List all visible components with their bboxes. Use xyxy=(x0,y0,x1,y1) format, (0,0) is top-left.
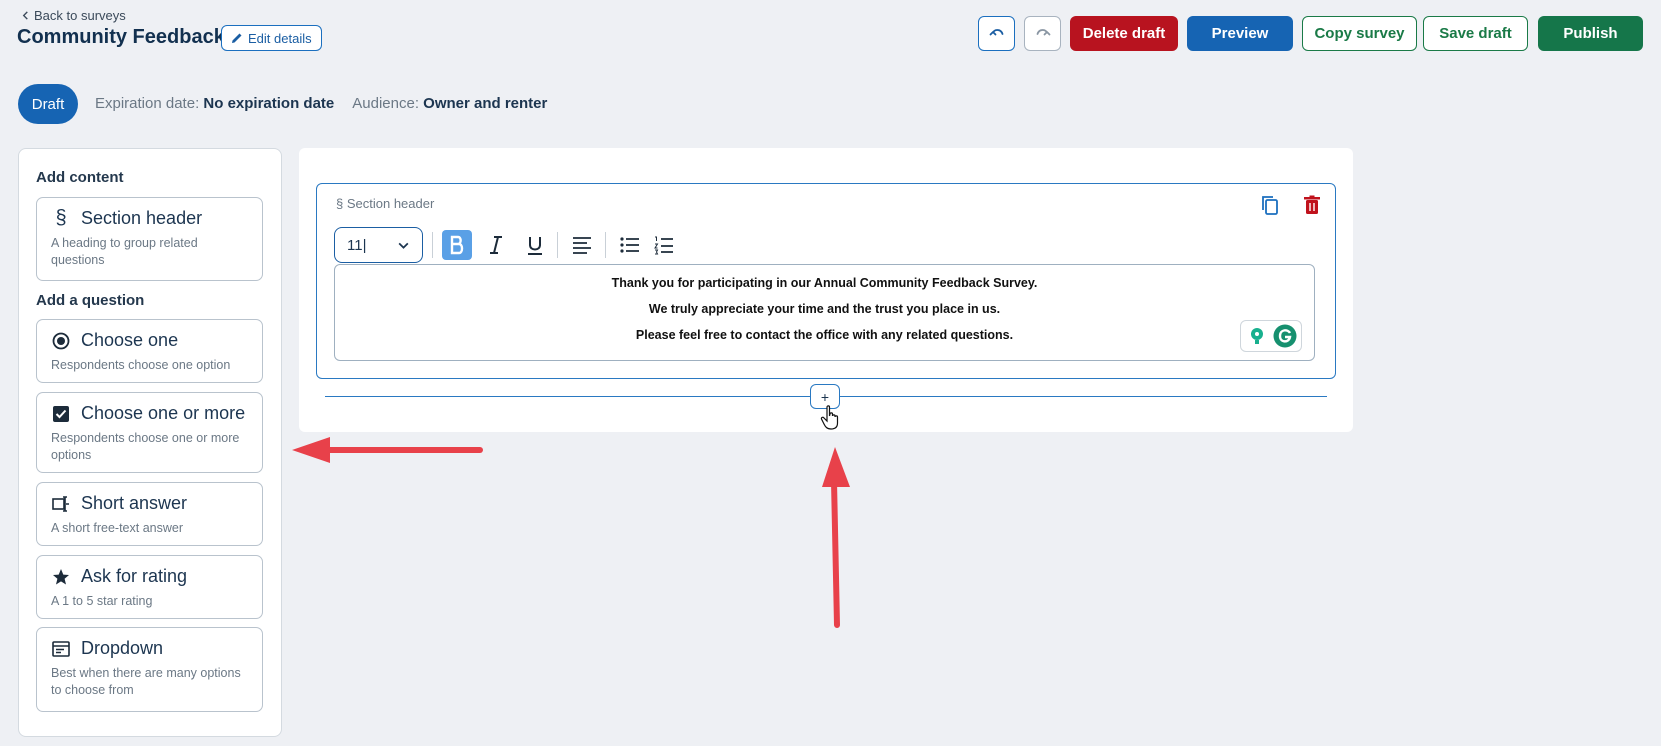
arrow-up-annotation xyxy=(822,447,850,628)
add-question-heading: Add a question xyxy=(36,292,145,309)
toolbar-divider xyxy=(605,232,606,258)
editor-line: Thank you for participating in our Annua… xyxy=(611,276,1038,290)
edit-details-button[interactable]: Edit details xyxy=(221,25,322,51)
card-desc: A short free-text answer xyxy=(51,521,184,535)
choose-one-or-more-card[interactable]: Choose one or more Respondents choose on… xyxy=(36,392,263,473)
bulleted-list-button[interactable] xyxy=(615,230,645,260)
card-desc: Best when there are many options to choo… xyxy=(51,666,241,697)
bold-icon xyxy=(450,235,464,255)
redo-icon xyxy=(1036,28,1050,35)
align-left-icon xyxy=(573,237,591,254)
font-size-select[interactable]: 11| xyxy=(334,227,423,263)
numbered-list-icon xyxy=(654,236,673,255)
section-header-label: § Section header xyxy=(336,196,435,211)
add-content-heading: Add content xyxy=(36,169,124,186)
card-title: Section header xyxy=(81,208,203,228)
card-title: Ask for rating xyxy=(81,566,188,586)
rich-text-editor[interactable]: Thank you for participating in our Annua… xyxy=(334,264,1315,361)
card-title: Choose one xyxy=(81,330,179,350)
section-header-card[interactable]: § Section header A heading to group relat… xyxy=(36,197,263,281)
underline-icon xyxy=(528,237,542,255)
status-badge: Draft xyxy=(18,84,78,124)
card-desc: A heading to group related questions xyxy=(51,236,198,267)
expiration-key: Expiration date: xyxy=(95,95,200,112)
lightbulb-icon xyxy=(1246,325,1268,347)
copy-icon xyxy=(1262,196,1278,215)
redo-button[interactable] xyxy=(1024,16,1061,51)
preview-button[interactable]: Preview xyxy=(1187,16,1293,51)
card-desc: Respondents choose one or more options xyxy=(51,431,240,462)
audience-info: Audience: Owner and renter xyxy=(352,95,547,112)
audience-value: Owner and renter xyxy=(423,95,548,112)
edit-details-label: Edit details xyxy=(248,30,312,46)
numbered-list-button[interactable] xyxy=(649,230,679,260)
page-title: Community Feedback xyxy=(17,26,225,48)
editor-line: Please feel free to contact the office w… xyxy=(635,328,1014,342)
sidebar: Add content § Section header A heading to… xyxy=(18,148,282,737)
short-answer-card[interactable]: Short answer A short free-text answer xyxy=(36,482,263,546)
underline-button[interactable] xyxy=(520,230,550,260)
grammarly-widget[interactable] xyxy=(1240,320,1302,352)
card-desc: A 1 to 5 star rating xyxy=(51,594,153,608)
radio-icon xyxy=(51,331,71,351)
chevron-left-icon xyxy=(22,11,28,20)
pencil-icon xyxy=(232,33,242,43)
card-desc: Respondents choose one option xyxy=(51,358,231,372)
chevron-down-icon xyxy=(398,242,409,249)
expiration-info: Expiration date: No expiration date xyxy=(95,95,334,112)
trash-icon xyxy=(1304,195,1320,214)
arrow-left-annotation xyxy=(292,437,483,463)
delete-section-button[interactable] xyxy=(1301,194,1323,216)
back-link-label: Back to surveys xyxy=(34,8,126,23)
audience-key: Audience: xyxy=(352,95,419,112)
expiration-value: No expiration date xyxy=(203,95,335,112)
ask-for-rating-card[interactable]: Ask for rating A 1 to 5 star rating xyxy=(36,555,263,619)
card-title: Dropdown xyxy=(81,638,164,658)
hand-cursor-icon xyxy=(820,405,839,430)
section-icon: § xyxy=(55,207,67,229)
editor-line: We truly appreciate your time and the tr… xyxy=(648,302,1001,316)
star-icon xyxy=(51,567,71,587)
copy-survey-button[interactable]: Copy survey xyxy=(1302,16,1417,51)
save-draft-button[interactable]: Save draft xyxy=(1423,16,1528,51)
undo-icon xyxy=(989,28,1003,35)
align-button[interactable] xyxy=(567,230,597,260)
grammarly-icon xyxy=(1273,324,1297,348)
card-title: Short answer xyxy=(81,493,188,513)
survey-meta: Expiration date: No expiration date Audi… xyxy=(95,95,547,112)
dropdown-card[interactable]: Dropdown Best when there are many option… xyxy=(36,627,263,712)
back-to-surveys-link[interactable]: Back to surveys xyxy=(21,8,126,23)
font-size-value: 11| xyxy=(347,236,367,254)
checkbox-icon xyxy=(51,404,71,424)
duplicate-section-button[interactable] xyxy=(1259,194,1281,216)
publish-button[interactable]: Publish xyxy=(1538,16,1643,51)
undo-button[interactable] xyxy=(978,16,1015,51)
text-field-icon xyxy=(51,494,71,514)
card-title: Choose one or more xyxy=(81,403,246,423)
dropdown-icon xyxy=(51,639,71,659)
bold-button[interactable] xyxy=(442,230,472,260)
italic-icon xyxy=(490,236,502,254)
italic-button[interactable] xyxy=(481,230,511,260)
choose-one-card[interactable]: Choose one Respondents choose one option xyxy=(36,319,263,383)
delete-draft-button[interactable]: Delete draft xyxy=(1070,16,1178,51)
toolbar-divider xyxy=(432,232,433,258)
section-header-block[interactable]: § Section header 11| Thank you for parti… xyxy=(316,183,1336,379)
bulleted-list-icon xyxy=(620,237,639,253)
toolbar-divider xyxy=(557,232,558,258)
